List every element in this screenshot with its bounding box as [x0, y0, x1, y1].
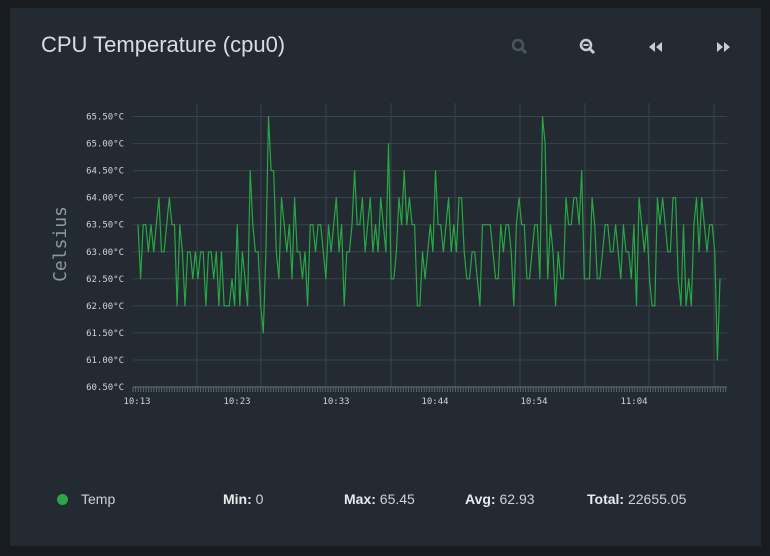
max-value: 65.45: [379, 491, 415, 507]
temp-series-line: [137, 115, 721, 361]
max-label: Max:: [344, 491, 376, 507]
x-tick-label: 10:33: [322, 397, 349, 407]
y-axis-label: Celsius: [50, 206, 71, 282]
legend-max: Max: 65.45: [344, 491, 415, 507]
y-tick-label: 65.50°C: [86, 113, 124, 123]
legend-swatch: [57, 494, 68, 505]
y-tick-label: 60.50°C: [86, 383, 124, 393]
x-tick-label: 10:13: [123, 397, 150, 407]
avg-value: 62.93: [499, 491, 535, 507]
legend-avg: Avg: 62.93: [465, 491, 535, 507]
total-value: 22655.05: [627, 491, 687, 507]
y-tick-label: 62.00°C: [86, 302, 124, 312]
avg-label: Avg:: [465, 491, 496, 507]
legend-total: Total: 22655.05: [587, 491, 686, 507]
y-tick-label: 64.50°C: [86, 167, 124, 177]
temperature-line-chart: 60.50°C 61.00°C 61.50°C 62.00°C 62.50°C 63.00…: [50, 103, 727, 407]
chart-panel: CPU Temperature (cpu0) 60.50°C 61.00°C 6…: [10, 8, 761, 546]
y-tick-label: 61.00°C: [86, 356, 124, 366]
legend-min: Min: 0: [223, 491, 263, 507]
y-tick-label: 61.50°C: [86, 329, 124, 339]
legend: Temp Min: 0 Max: 65.45 Avg: 62.93 Total:…: [10, 488, 761, 512]
total-label: Total:: [587, 491, 625, 507]
min-label: Min:: [223, 491, 252, 507]
y-tick-label: 62.50°C: [86, 275, 124, 285]
legend-series-name[interactable]: Temp: [81, 491, 115, 507]
x-tick-label: 10:54: [520, 397, 547, 407]
y-tick-label: 64.00°C: [86, 194, 124, 204]
x-tick-label: 10:23: [223, 397, 250, 407]
y-tick-label: 65.00°C: [86, 140, 124, 150]
y-tick-label: 63.50°C: [86, 221, 124, 231]
y-tick-label: 63.00°C: [86, 248, 124, 258]
min-value: 0: [255, 491, 264, 507]
x-tick-label: 10:44: [421, 397, 448, 407]
x-tick-label: 11:04: [620, 397, 647, 407]
